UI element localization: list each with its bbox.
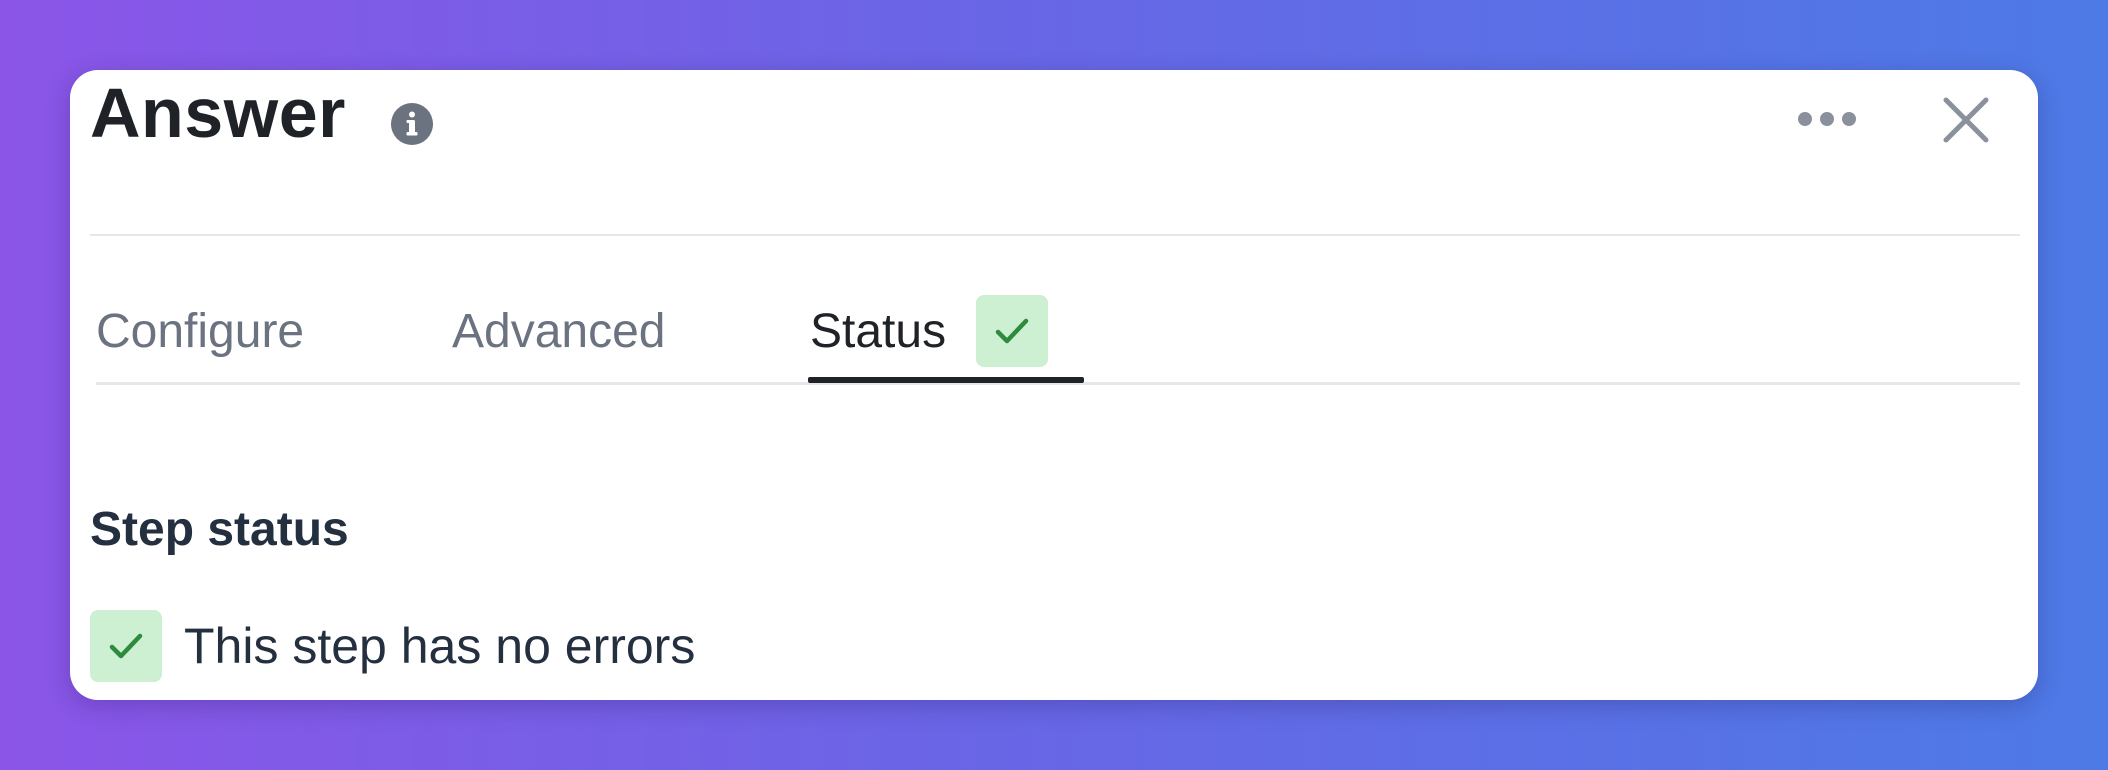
- more-horizontal-icon[interactable]: [1796, 104, 1858, 134]
- tab-advanced-label: Advanced: [452, 304, 666, 358]
- check-icon: [109, 633, 143, 659]
- status-row: This step has no errors: [90, 610, 695, 682]
- close-icon[interactable]: [1942, 96, 1990, 144]
- tab-advanced[interactable]: Advanced: [452, 286, 666, 376]
- tab-status[interactable]: Status: [810, 286, 1049, 376]
- active-tab-indicator: [808, 377, 1084, 383]
- panel-header: Answer: [90, 70, 2020, 236]
- status-check-badge: [976, 295, 1049, 367]
- tab-bar: Configure Advanced Status: [96, 292, 2020, 385]
- check-icon: [995, 318, 1029, 344]
- tab-configure-label: Configure: [96, 304, 305, 358]
- info-icon[interactable]: [390, 102, 434, 146]
- section-title: Step status: [90, 503, 349, 556]
- panel-title: Answer: [90, 74, 346, 152]
- step-panel: Answer Configure Advanced Status Step st…: [70, 70, 2038, 700]
- tab-status-label: Status: [810, 304, 947, 358]
- success-badge: [90, 610, 162, 682]
- tab-configure[interactable]: Configure: [96, 286, 304, 376]
- status-message: This step has no errors: [184, 618, 696, 674]
